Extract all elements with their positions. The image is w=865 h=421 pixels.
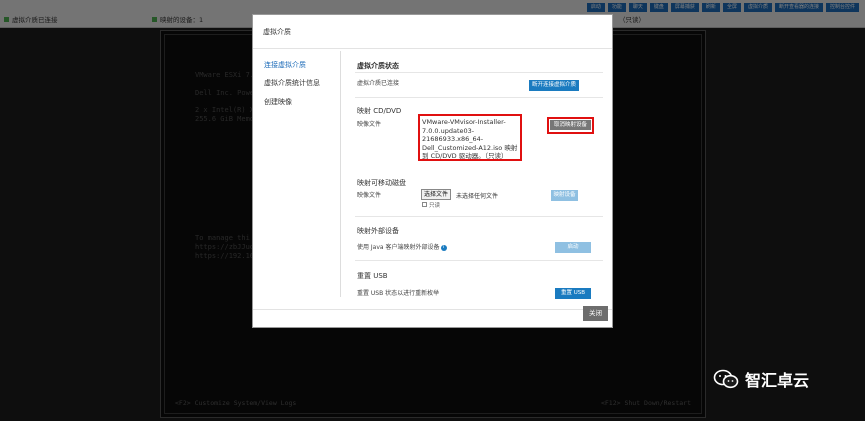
readonly-checkbox[interactable] bbox=[422, 202, 427, 207]
no-file-label: 未选择任何文件 bbox=[456, 193, 499, 200]
map-external-title: 映射外部设备 bbox=[357, 227, 399, 235]
watermark: 智汇卓云 bbox=[713, 367, 809, 391]
divider bbox=[355, 216, 603, 217]
dialog-footer-divider bbox=[253, 309, 612, 310]
reset-usb-label: 重置 USB 状态以进行重新枚举 bbox=[357, 290, 440, 297]
removable-image-label: 映像文件 bbox=[357, 192, 382, 199]
map-device-button[interactable]: 映射设备 bbox=[551, 190, 578, 201]
choose-file-button[interactable]: 选择文件 bbox=[421, 189, 452, 200]
sidebar-item-create-image[interactable]: 创建映像 bbox=[264, 97, 292, 107]
watermark-text: 智汇卓云 bbox=[745, 371, 810, 390]
launch-button[interactable]: 启动 bbox=[555, 242, 591, 253]
divider bbox=[355, 260, 603, 261]
dialog-title: 虚拟介质 bbox=[263, 28, 291, 36]
sidebar-item-connect-media[interactable]: 连接虚拟介质 bbox=[264, 60, 306, 70]
media-connected-label: 虚拟介质已连接 bbox=[357, 80, 400, 87]
virtual-media-dialog: 虚拟介质 连接虚拟介质 虚拟介质统计信息 创建映像 虚拟介质状态 虚拟介质已连接… bbox=[252, 14, 613, 328]
disconnect-media-button[interactable]: 断开连接虚拟介质 bbox=[529, 80, 579, 91]
info-icon[interactable]: i bbox=[440, 244, 447, 251]
wechat-icon bbox=[713, 369, 739, 389]
divider bbox=[355, 97, 603, 98]
sidebar-item-media-statistics[interactable]: 虚拟介质统计信息 bbox=[264, 78, 320, 88]
map-removable-title: 映射可移动磁盘 bbox=[357, 179, 406, 187]
cd-image-path: VMware-VMvisor-Installer-7.0.0.update03-… bbox=[422, 118, 518, 161]
readonly-label: 只读 bbox=[429, 203, 441, 209]
map-cd-title: 映射 CD/DVD bbox=[357, 107, 402, 115]
cd-image-label: 映像文件 bbox=[357, 121, 382, 128]
dialog-sidebar: 连接虚拟介质 虚拟介质统计信息 创建映像 bbox=[253, 50, 339, 308]
divider bbox=[355, 72, 603, 73]
unmap-device-button[interactable]: 取消映射设备 bbox=[550, 120, 591, 130]
dialog-header: 虚拟介质 bbox=[253, 15, 612, 49]
reset-usb-title: 重置 USB bbox=[357, 272, 388, 280]
sidebar-divider bbox=[340, 51, 341, 297]
close-button[interactable]: 关闭 bbox=[583, 306, 608, 321]
media-status-title: 虚拟介质状态 bbox=[357, 62, 399, 70]
external-device-text: 使用 Java 客户端映射外部设备 bbox=[357, 244, 440, 251]
reset-usb-button[interactable]: 重置 USB bbox=[555, 288, 591, 299]
external-device-label: 使用 Java 客户端映射外部设备 i bbox=[357, 242, 447, 251]
